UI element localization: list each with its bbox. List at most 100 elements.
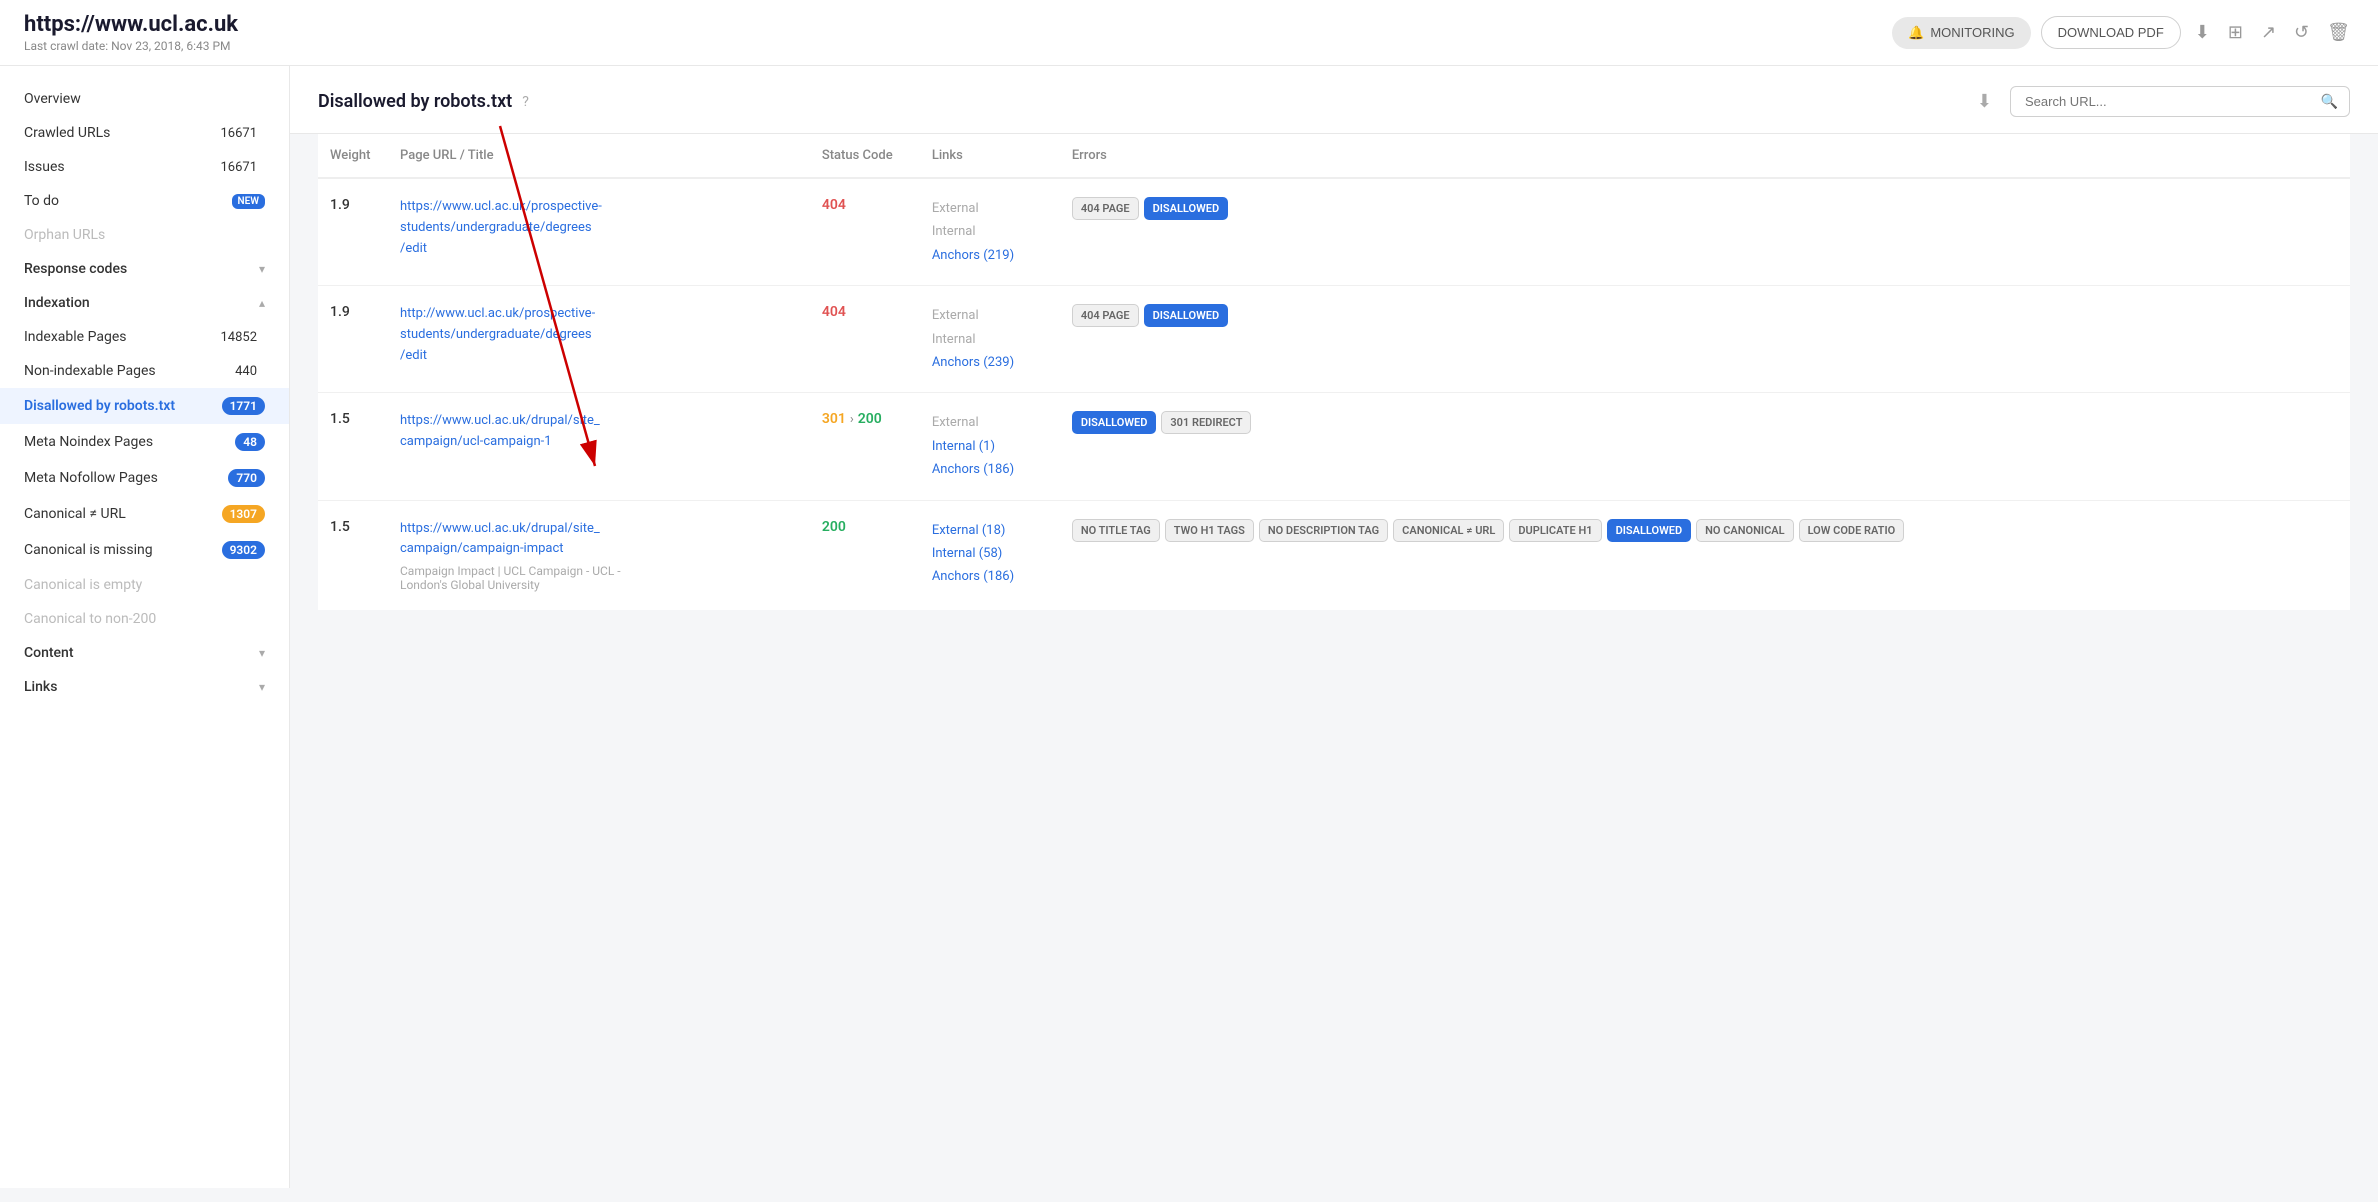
status-code-301: 301 bbox=[822, 411, 846, 427]
share-icon-button[interactable]: ↗ bbox=[2257, 18, 2280, 47]
download-pdf-button[interactable]: DOWNLOAD PDF bbox=[2041, 16, 2181, 49]
monitoring-button[interactable]: 🔔 MONITORING bbox=[1892, 17, 2030, 49]
chevron-down-icon-3: ▾ bbox=[259, 680, 265, 694]
table-row: 1.9 https://www.ucl.ac.uk/prospective-st… bbox=[318, 178, 2350, 286]
page-url-link[interactable]: https://www.ucl.ac.uk/drupal/site_campai… bbox=[400, 413, 600, 449]
export-icon[interactable]: ⬇ bbox=[1977, 91, 1992, 112]
error-tags: 404 PAGE DISALLOWED bbox=[1072, 197, 2338, 220]
sidebar-section-links[interactable]: Links ▾ bbox=[0, 670, 289, 704]
status-code: 404 bbox=[822, 197, 846, 213]
sidebar-item-overview[interactable]: Overview bbox=[0, 82, 289, 116]
url-cell: https://www.ucl.ac.uk/prospective-studen… bbox=[388, 178, 810, 286]
page-url-link[interactable]: http://www.ucl.ac.uk/prospective-student… bbox=[400, 306, 595, 363]
status-code: 404 bbox=[822, 304, 846, 320]
weight-cell: 1.9 bbox=[318, 178, 388, 286]
error-tag: DISALLOWED bbox=[1072, 411, 1157, 434]
errors-cell: DISALLOWED 301 REDIRECT bbox=[1060, 393, 2350, 500]
status-cell: 404 bbox=[810, 178, 920, 286]
sidebar-item-orphan-urls: Orphan URLs bbox=[0, 218, 289, 252]
error-tag: DISALLOWED bbox=[1607, 519, 1692, 542]
page-url-link[interactable]: https://www.ucl.ac.uk/prospective-studen… bbox=[400, 199, 602, 256]
sidebar-item-canonical-missing[interactable]: Canonical is missing 9302 bbox=[0, 532, 289, 568]
sidebar-section-indexation[interactable]: Indexation ▴ bbox=[0, 286, 289, 320]
status-redirect: 301 › 200 bbox=[822, 411, 908, 427]
help-icon[interactable]: ? bbox=[522, 94, 529, 110]
sitemap-icon-button[interactable]: ⊞ bbox=[2224, 18, 2247, 47]
sidebar-section-content[interactable]: Content ▾ bbox=[0, 636, 289, 670]
sidebar-item-canonical-empty: Canonical is empty bbox=[0, 568, 289, 602]
sidebar-item-canonical-ne-url[interactable]: Canonical ≠ URL 1307 bbox=[0, 496, 289, 532]
main-content: Disallowed by robots.txt ? ⬇ 🔍 bbox=[290, 66, 2378, 1188]
error-tag: DUPLICATE H1 bbox=[1509, 519, 1601, 542]
page-title: Disallowed by robots.txt bbox=[318, 91, 512, 112]
chevron-down-icon-2: ▾ bbox=[259, 646, 265, 660]
sidebar-item-todo[interactable]: To do NEW bbox=[0, 184, 289, 218]
sidebar-item-non-indexable[interactable]: Non-indexable Pages 440 bbox=[0, 354, 289, 388]
table-row: 1.5 https://www.ucl.ac.uk/drupal/site_ca… bbox=[318, 393, 2350, 500]
error-tag: LOW CODE RATIO bbox=[1799, 519, 1905, 542]
url-cell: https://www.ucl.ac.uk/drupal/site_campai… bbox=[388, 393, 810, 500]
status-cell: 200 bbox=[810, 500, 920, 610]
status-code-200: 200 bbox=[858, 411, 882, 427]
table-row: 1.9 http://www.ucl.ac.uk/prospective-stu… bbox=[318, 286, 2350, 393]
error-tags: DISALLOWED 301 REDIRECT bbox=[1072, 411, 2338, 434]
sidebar-item-issues[interactable]: Issues 16671 bbox=[0, 150, 289, 184]
sidebar-item-indexable-pages[interactable]: Indexable Pages 14852 bbox=[0, 320, 289, 354]
sidebar-item-meta-noindex[interactable]: Meta Noindex Pages 48 bbox=[0, 424, 289, 460]
errors-cell: 404 PAGE DISALLOWED bbox=[1060, 178, 2350, 286]
status-cell: 404 bbox=[810, 286, 920, 393]
url-cell: https://www.ucl.ac.uk/drupal/site_campai… bbox=[388, 500, 810, 610]
error-tag: DISALLOWED bbox=[1144, 304, 1229, 327]
internal-link[interactable]: Internal (58) bbox=[932, 542, 1048, 565]
app-header: https://www.ucl.ac.uk Last crawl date: N… bbox=[0, 0, 2378, 66]
data-table: Weight Page URL / Title Status Code Link… bbox=[318, 134, 2350, 610]
anchors-link[interactable]: Anchors (239) bbox=[932, 351, 1048, 374]
internal-link: Internal bbox=[932, 328, 1048, 351]
weight-cell: 1.9 bbox=[318, 286, 388, 393]
sidebar-item-canonical-non200: Canonical to non-200 bbox=[0, 602, 289, 636]
col-header-errors: Errors bbox=[1060, 134, 2350, 178]
error-tags: NO TITLE TAG TWO H1 TAGS NO DESCRIPTION … bbox=[1072, 519, 2338, 542]
download-icon-button[interactable]: ⬇ bbox=[2191, 18, 2214, 47]
sidebar-item-meta-nofollow[interactable]: Meta Nofollow Pages 770 bbox=[0, 460, 289, 496]
internal-link[interactable]: Internal (1) bbox=[932, 435, 1048, 458]
status-cell: 301 › 200 bbox=[810, 393, 920, 500]
col-header-weight: Weight bbox=[318, 134, 388, 178]
links-cell: External (18) Internal (58) Anchors (186… bbox=[920, 500, 1060, 610]
chevron-down-icon: ▾ bbox=[259, 262, 265, 276]
bell-icon: 🔔 bbox=[1908, 25, 1924, 41]
page-url-link[interactable]: https://www.ucl.ac.uk/drupal/site_campai… bbox=[400, 521, 600, 557]
anchors-link[interactable]: Anchors (219) bbox=[932, 244, 1048, 267]
links-cell: External Internal (1) Anchors (186) bbox=[920, 393, 1060, 500]
sidebar-item-disallowed[interactable]: Disallowed by robots.txt 1771 bbox=[0, 388, 289, 424]
col-header-url: Page URL / Title bbox=[388, 134, 810, 178]
header-left: https://www.ucl.ac.uk Last crawl date: N… bbox=[24, 12, 238, 53]
sidebar-item-crawled-urls[interactable]: Crawled URLs 16671 bbox=[0, 116, 289, 150]
search-url-input[interactable] bbox=[2010, 86, 2350, 117]
errors-cell: NO TITLE TAG TWO H1 TAGS NO DESCRIPTION … bbox=[1060, 500, 2350, 610]
errors-cell: 404 PAGE DISALLOWED bbox=[1060, 286, 2350, 393]
col-header-links: Links bbox=[920, 134, 1060, 178]
sidebar: Overview Crawled URLs 16671 Issues 16671… bbox=[0, 66, 290, 1188]
redirect-arrow: › bbox=[850, 412, 854, 427]
table-area: Weight Page URL / Title Status Code Link… bbox=[290, 134, 2378, 610]
col-header-status: Status Code bbox=[810, 134, 920, 178]
error-tag: CANONICAL ≠ URL bbox=[1393, 519, 1504, 542]
status-code: 200 bbox=[822, 519, 846, 535]
chevron-up-icon: ▴ bbox=[259, 296, 265, 310]
last-crawl: Last crawl date: Nov 23, 2018, 6:43 PM bbox=[24, 39, 238, 53]
links-cell: External Internal Anchors (219) bbox=[920, 178, 1060, 286]
main-header: Disallowed by robots.txt ? ⬇ 🔍 bbox=[290, 66, 2378, 134]
error-tag: NO DESCRIPTION TAG bbox=[1259, 519, 1388, 542]
error-tag: 301 REDIRECT bbox=[1161, 411, 1251, 434]
anchors-link[interactable]: Anchors (186) bbox=[932, 565, 1048, 588]
anchors-link[interactable]: Anchors (186) bbox=[932, 458, 1048, 481]
sidebar-section-response-codes[interactable]: Response codes ▾ bbox=[0, 252, 289, 286]
search-icon: 🔍 bbox=[2321, 94, 2338, 110]
external-link[interactable]: External (18) bbox=[932, 519, 1048, 542]
site-title: https://www.ucl.ac.uk bbox=[24, 12, 238, 37]
trash-icon-button[interactable]: 🗑 bbox=[2323, 18, 2354, 47]
error-tag: NO CANONICAL bbox=[1696, 519, 1793, 542]
links-cell: External Internal Anchors (239) bbox=[920, 286, 1060, 393]
refresh-icon-button[interactable]: ↺ bbox=[2290, 18, 2313, 47]
